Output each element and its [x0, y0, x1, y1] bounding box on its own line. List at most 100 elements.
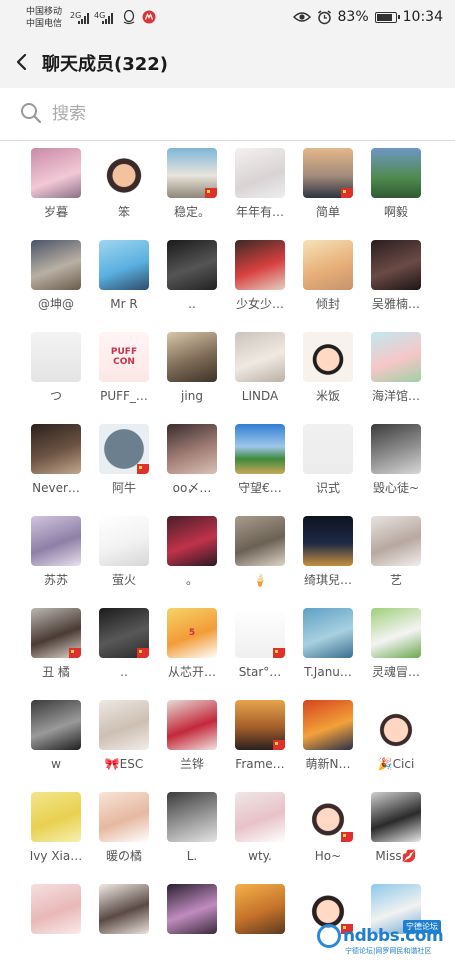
- member-item[interactable]: PUFF CON PUFF_…: [90, 332, 158, 424]
- member-item[interactable]: 丑 橘: [22, 608, 90, 700]
- member-avatar: [235, 424, 285, 474]
- member-item[interactable]: 🎀ESC: [90, 700, 158, 792]
- member-avatar: [31, 516, 81, 566]
- member-item[interactable]: 🎉Cici: [362, 700, 430, 792]
- member-avatar: [167, 424, 217, 474]
- search-icon: [21, 103, 42, 124]
- member-item[interactable]: w: [22, 700, 90, 792]
- member-name: [91, 940, 157, 956]
- flag-badge-icon: [273, 648, 285, 658]
- member-item[interactable]: L.: [158, 792, 226, 884]
- member-item[interactable]: 5 从芯开…: [158, 608, 226, 700]
- member-item[interactable]: 笨: [90, 148, 158, 240]
- signal-bars-2-icon: [102, 12, 113, 24]
- member-item[interactable]: 识式: [294, 424, 362, 516]
- back-arrow-icon[interactable]: [12, 51, 34, 73]
- member-item[interactable]: 兰铧: [158, 700, 226, 792]
- member-name: 岁暮: [43, 205, 68, 219]
- member-item[interactable]: 艺: [362, 516, 430, 608]
- member-item[interactable]: 年年有…: [226, 148, 294, 240]
- member-item[interactable]: 灵魂冒…: [362, 608, 430, 700]
- member-name: 兰铧: [179, 757, 204, 771]
- member-name: 🎀ESC: [104, 757, 144, 771]
- alarm-icon: [317, 9, 331, 24]
- search-bar: [0, 88, 455, 141]
- member-item[interactable]: T.Janu…: [294, 608, 362, 700]
- member-name: 啊毅: [383, 205, 408, 219]
- member-item[interactable]: 。: [158, 516, 226, 608]
- member-item[interactable]: 🍦: [226, 516, 294, 608]
- member-name: L.: [186, 849, 198, 863]
- member-item[interactable]: [22, 884, 90, 976]
- member-avatar: [99, 240, 149, 290]
- member-item[interactable]: Mr R: [90, 240, 158, 332]
- member-name: 苏苏: [43, 573, 68, 587]
- member-avatar: [235, 608, 285, 658]
- member-item[interactable]: Star°…: [226, 608, 294, 700]
- member-item[interactable]: 萌新N…: [294, 700, 362, 792]
- member-item[interactable]: Never…: [22, 424, 90, 516]
- member-item[interactable]: jing: [158, 332, 226, 424]
- member-item[interactable]: 毁心徒~: [362, 424, 430, 516]
- member-item[interactable]: 米饭: [294, 332, 362, 424]
- member-name: 识式: [315, 481, 340, 495]
- member-item[interactable]: 绮琪兒…: [294, 516, 362, 608]
- member-avatar: [31, 608, 81, 658]
- member-item[interactable]: 少女少…: [226, 240, 294, 332]
- member-item[interactable]: wty.: [226, 792, 294, 884]
- member-name: 简单: [315, 205, 340, 219]
- member-item[interactable]: 吴雅楠…: [362, 240, 430, 332]
- member-item[interactable]: Ivy Xia…: [22, 792, 90, 884]
- member-item[interactable]: [90, 884, 158, 976]
- member-item[interactable]: @坤@: [22, 240, 90, 332]
- member-item[interactable]: 岁暮: [22, 148, 90, 240]
- member-avatar: [31, 792, 81, 842]
- member-avatar: [303, 148, 353, 198]
- member-item[interactable]: ..: [158, 240, 226, 332]
- member-item[interactable]: 暖の橘: [90, 792, 158, 884]
- member-avatar: [167, 516, 217, 566]
- member-item[interactable]: 海洋馆…: [362, 332, 430, 424]
- member-item[interactable]: 啊毅: [362, 148, 430, 240]
- member-avatar: [303, 608, 353, 658]
- member-name: 萤火: [111, 573, 136, 587]
- member-avatar: 5: [167, 608, 217, 658]
- member-item[interactable]: 简单: [294, 148, 362, 240]
- member-item[interactable]: 萤火: [90, 516, 158, 608]
- member-item[interactable]: 阿牛: [90, 424, 158, 516]
- member-item[interactable]: Miss💋: [362, 792, 430, 884]
- qq-icon: [123, 10, 135, 25]
- member-item[interactable]: [226, 884, 294, 976]
- member-item[interactable]: 守望€…: [226, 424, 294, 516]
- member-item[interactable]: 倾封: [294, 240, 362, 332]
- member-item[interactable]: [158, 884, 226, 976]
- member-name: 从芯开…: [167, 665, 216, 679]
- member-avatar: [31, 148, 81, 198]
- member-item[interactable]: oo〆…: [158, 424, 226, 516]
- status-bar: 中国移动 中国电信 2G 4G 83% 10:34: [0, 0, 455, 38]
- page-title: 聊天成员(322): [42, 54, 169, 75]
- search-input[interactable]: [50, 100, 434, 128]
- app-notification-icon: [142, 10, 156, 24]
- member-avatar: [371, 608, 421, 658]
- member-avatar: [235, 516, 285, 566]
- member-name: Frame…: [235, 757, 285, 771]
- member-item[interactable]: LINDA: [226, 332, 294, 424]
- member-avatar: [99, 516, 149, 566]
- status-right: 83% 10:34: [292, 9, 443, 25]
- member-name: 🍦: [252, 573, 268, 587]
- flag-badge-icon: [205, 188, 217, 198]
- member-avatar: [235, 884, 285, 934]
- member-avatar: [371, 424, 421, 474]
- member-item[interactable]: Ho~: [294, 792, 362, 884]
- member-item[interactable]: 稳定。: [158, 148, 226, 240]
- member-item[interactable]: 苏苏: [22, 516, 90, 608]
- member-item[interactable]: ..: [90, 608, 158, 700]
- watermark-tag: 宁德论坛: [403, 920, 441, 933]
- member-name: つ: [49, 389, 62, 403]
- member-name: 艺: [389, 573, 402, 587]
- member-avatar: [99, 148, 149, 198]
- member-item[interactable]: Frame…: [226, 700, 294, 792]
- member-item[interactable]: つ: [22, 332, 90, 424]
- carrier-1: 中国移动: [26, 7, 63, 17]
